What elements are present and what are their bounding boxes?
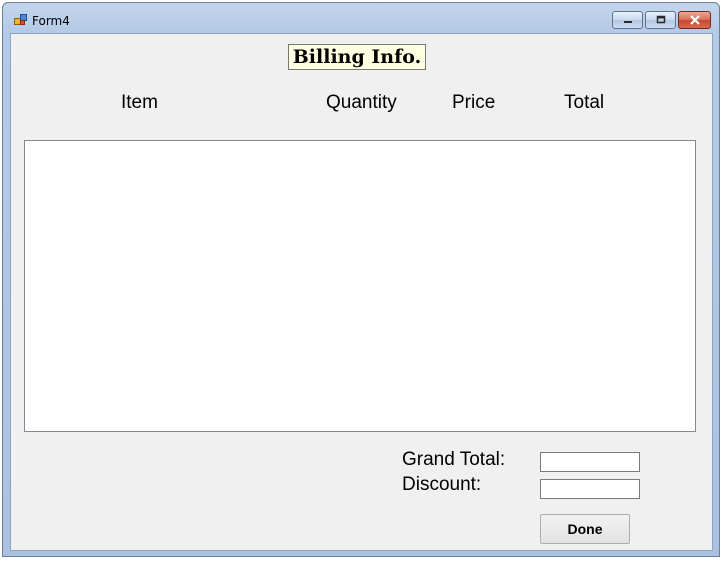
done-button[interactable]: Done xyxy=(540,514,630,544)
column-header-total: Total xyxy=(564,92,605,113)
form-client-area: Billing Info. Item Quantity Price Total … xyxy=(10,33,713,551)
discount-label: Discount: xyxy=(402,474,482,495)
discount-field[interactable] xyxy=(540,479,640,499)
column-header-quantity: Quantity xyxy=(326,92,397,113)
maximize-button[interactable] xyxy=(645,11,676,29)
grand-total-label: Grand Total: xyxy=(402,449,506,470)
minimize-button[interactable] xyxy=(612,11,643,29)
grand-total-field[interactable] xyxy=(540,452,640,472)
column-header-price: Price xyxy=(452,92,496,113)
close-icon xyxy=(689,15,700,25)
billing-items-list[interactable] xyxy=(24,140,696,432)
title-bar[interactable]: Form4 xyxy=(3,3,719,33)
close-button[interactable] xyxy=(678,11,711,29)
app-icon xyxy=(14,14,27,25)
column-header-item: Item xyxy=(121,92,158,113)
form4-window: Form4 Billing Info. Item Quantity Price … xyxy=(2,2,720,557)
maximize-icon xyxy=(656,15,665,24)
window-title: Form4 xyxy=(32,14,70,28)
billing-info-heading: Billing Info. xyxy=(288,44,426,70)
minimize-icon xyxy=(623,21,632,23)
